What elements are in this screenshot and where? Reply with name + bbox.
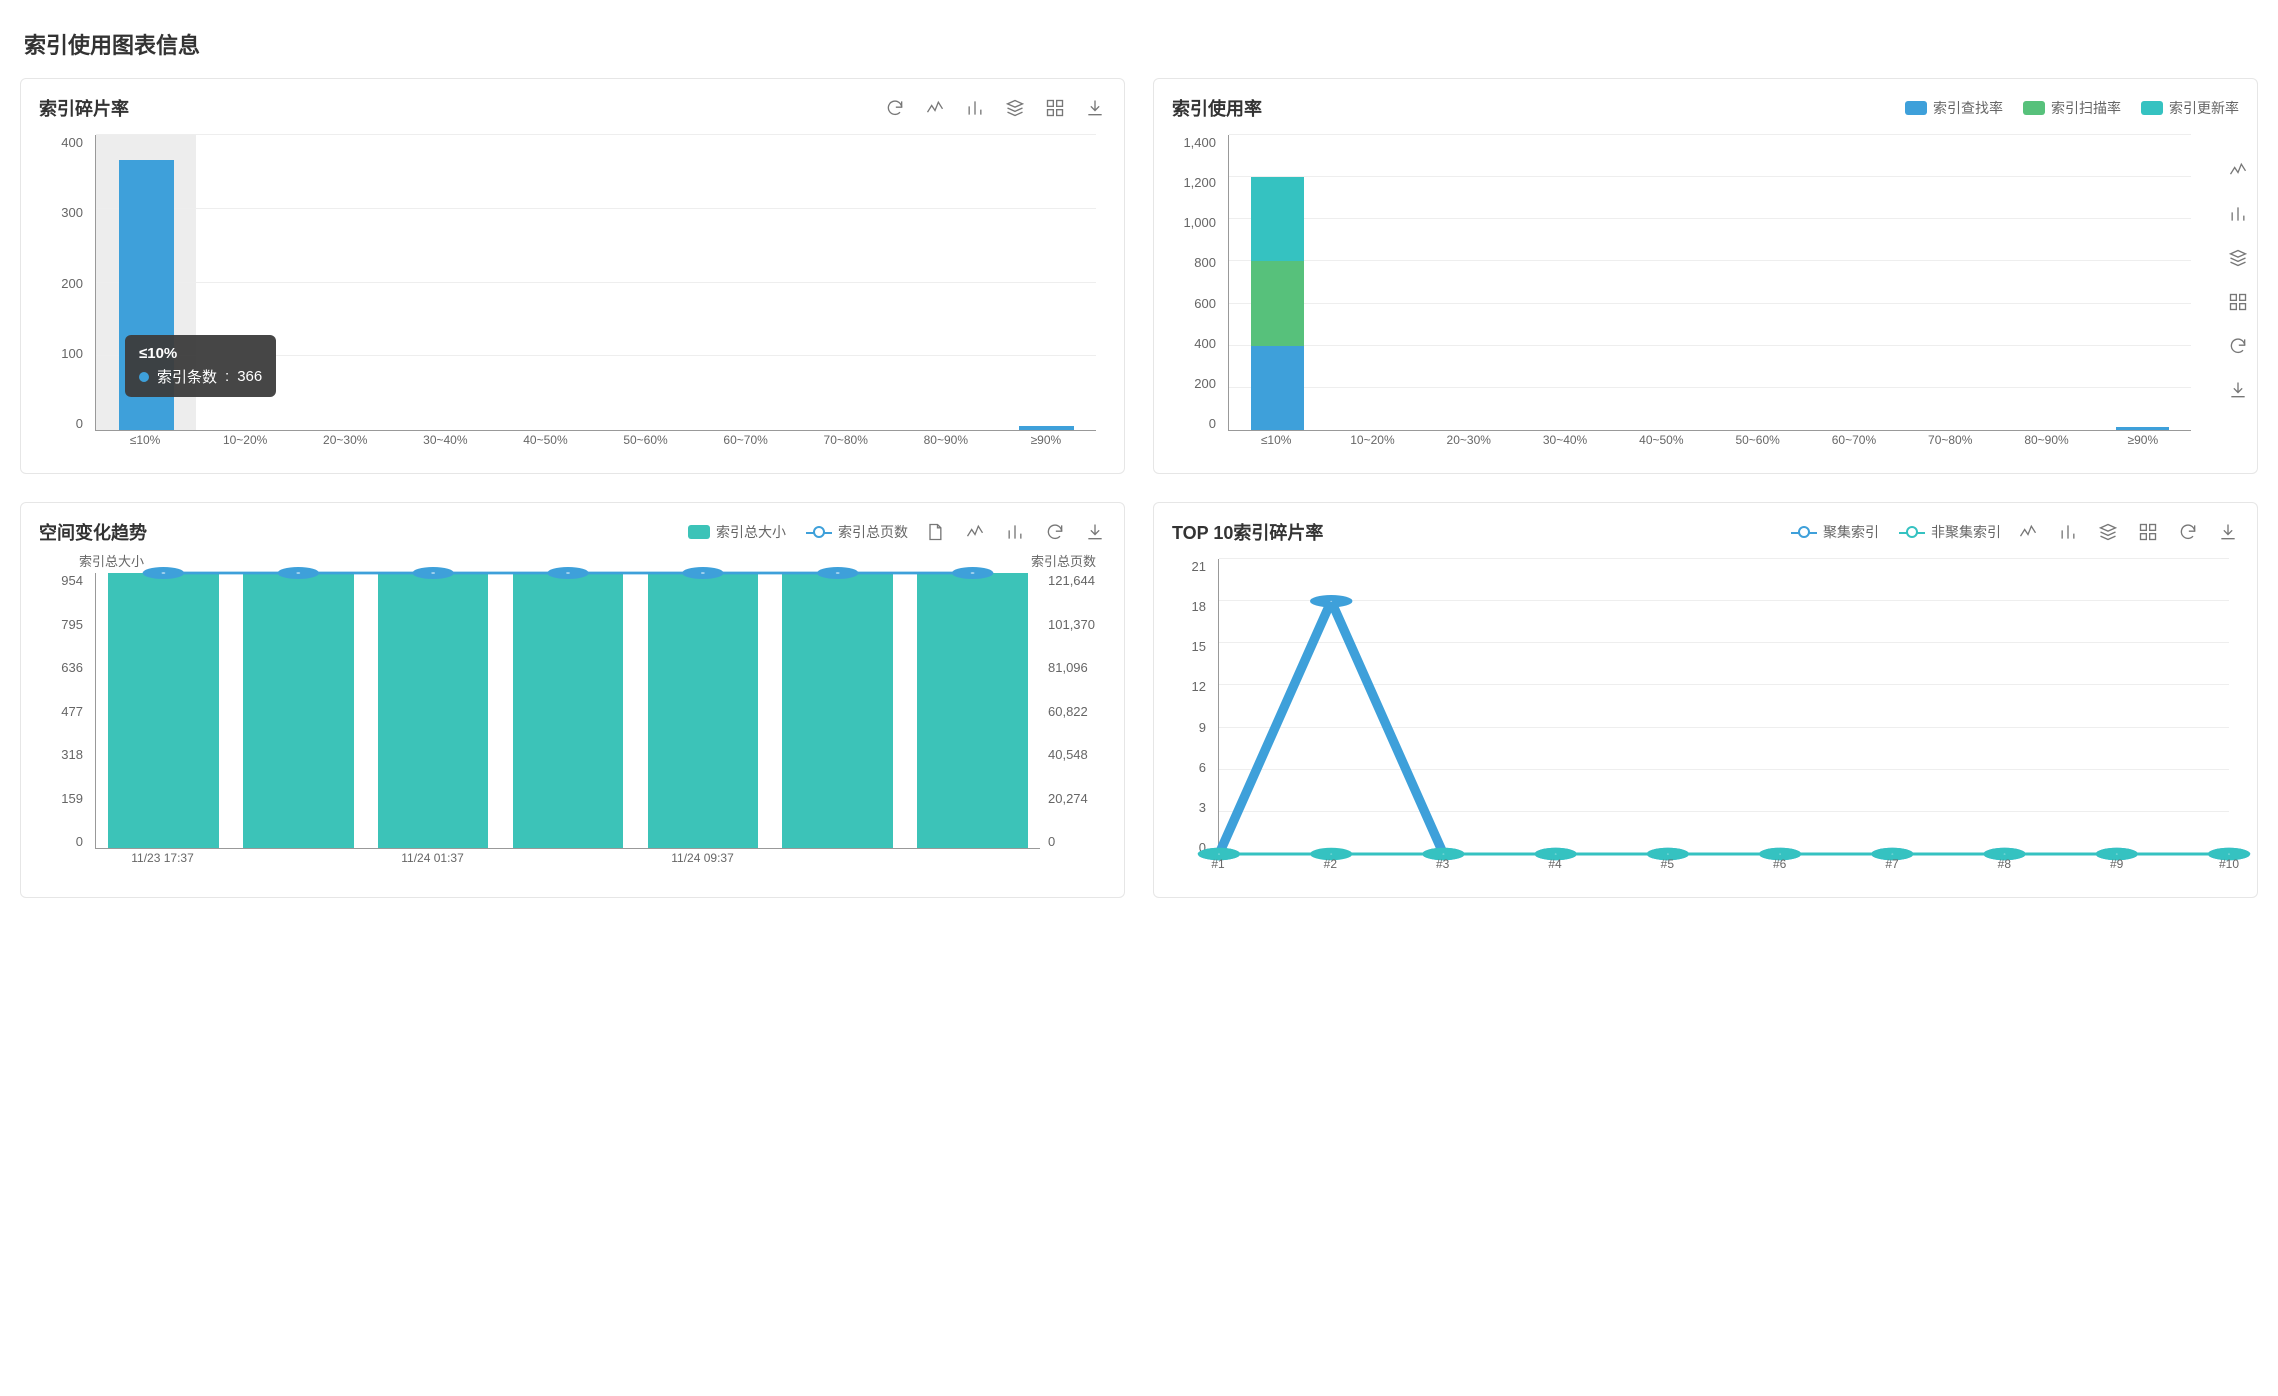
- usage-legend: 索引查找率 索引扫描率 索引更新率: [1905, 98, 2239, 118]
- panel-toolbar: [924, 521, 1106, 543]
- refresh-icon[interactable]: [2177, 521, 2199, 543]
- line-chart-icon[interactable]: [2017, 521, 2039, 543]
- legend-item[interactable]: 索引查找率: [1905, 98, 2003, 118]
- panel-toolbar: [2017, 521, 2239, 543]
- legend-label: 聚集索引: [1823, 522, 1879, 542]
- legend-label: 索引总页数: [838, 522, 908, 542]
- download-icon[interactable]: [1084, 97, 1106, 119]
- page-title: 索引使用图表信息: [24, 28, 2254, 60]
- stack-icon[interactable]: [2097, 521, 2119, 543]
- legend-item[interactable]: 索引总页数: [806, 522, 908, 542]
- line-chart-icon[interactable]: [924, 97, 946, 119]
- trend-chart: 索引总大小 索引总页数 9547956364773181590 121,6441…: [39, 573, 1106, 873]
- panel-usage-rate: 索引使用率 索引查找率 索引扫描率 索引更新率 1,4001,2001,0008…: [1153, 78, 2258, 474]
- y-axis-left-title: 索引总大小: [79, 551, 144, 570]
- panel-title: TOP 10索引碎片率: [1172, 519, 1323, 545]
- bar-chart-icon[interactable]: [964, 97, 986, 119]
- dashboard-grid: 索引碎片率 4003002001000 ≤10%10~20%20~30%30~4…: [20, 78, 2258, 898]
- top10-legend: 聚集索引 非聚集索引: [1791, 522, 2001, 542]
- legend-item[interactable]: 索引更新率: [2141, 98, 2239, 118]
- legend-label: 索引更新率: [2169, 98, 2239, 118]
- legend-item[interactable]: 索引总大小: [688, 522, 786, 542]
- legend-item[interactable]: 聚集索引: [1791, 522, 1879, 542]
- refresh-icon[interactable]: [884, 97, 906, 119]
- legend-item[interactable]: 索引扫描率: [2023, 98, 2121, 118]
- legend-label: 索引扫描率: [2051, 98, 2121, 118]
- grid-icon[interactable]: [1044, 97, 1066, 119]
- line-chart-icon[interactable]: [964, 521, 986, 543]
- frag-chart: 4003002001000 ≤10%10~20%20~30%30~40%40~5…: [39, 135, 1106, 455]
- legend-label: 索引查找率: [1933, 98, 2003, 118]
- usage-chart: 1,4001,2001,0008006004002000 ≤10%10~20%2…: [1172, 135, 2239, 455]
- bar-chart-icon[interactable]: [2057, 521, 2079, 543]
- legend-label: 索引总大小: [716, 522, 786, 542]
- grid-icon[interactable]: [2137, 521, 2159, 543]
- panel-space-trend: 空间变化趋势 索引总大小 索引总页数 索引总大小 索引总页数 954795636…: [20, 502, 1125, 898]
- refresh-icon[interactable]: [1044, 521, 1066, 543]
- panel-title: 索引使用率: [1172, 95, 1262, 121]
- download-icon[interactable]: [1084, 521, 1106, 543]
- legend-label: 非聚集索引: [1931, 522, 2001, 542]
- panel-title: 索引碎片率: [39, 95, 129, 121]
- y-axis-right-title: 索引总页数: [1031, 551, 1096, 570]
- top10-chart: 211815129630 #1#2#3#4#5#6#7#8#9#10: [1172, 559, 2239, 879]
- download-icon[interactable]: [2217, 521, 2239, 543]
- legend-item[interactable]: 非聚集索引: [1899, 522, 2001, 542]
- panel-top10-frag: TOP 10索引碎片率 聚集索引 非聚集索引 211815129630 #1#2…: [1153, 502, 2258, 898]
- bar-chart-icon[interactable]: [1004, 521, 1026, 543]
- stack-icon[interactable]: [1004, 97, 1026, 119]
- panel-toolbar: [884, 97, 1106, 119]
- doc-icon[interactable]: [924, 521, 946, 543]
- panel-title: 空间变化趋势: [39, 519, 147, 545]
- panel-frag-rate: 索引碎片率 4003002001000 ≤10%10~20%20~30%30~4…: [20, 78, 1125, 474]
- trend-legend: 索引总大小 索引总页数: [688, 522, 908, 542]
